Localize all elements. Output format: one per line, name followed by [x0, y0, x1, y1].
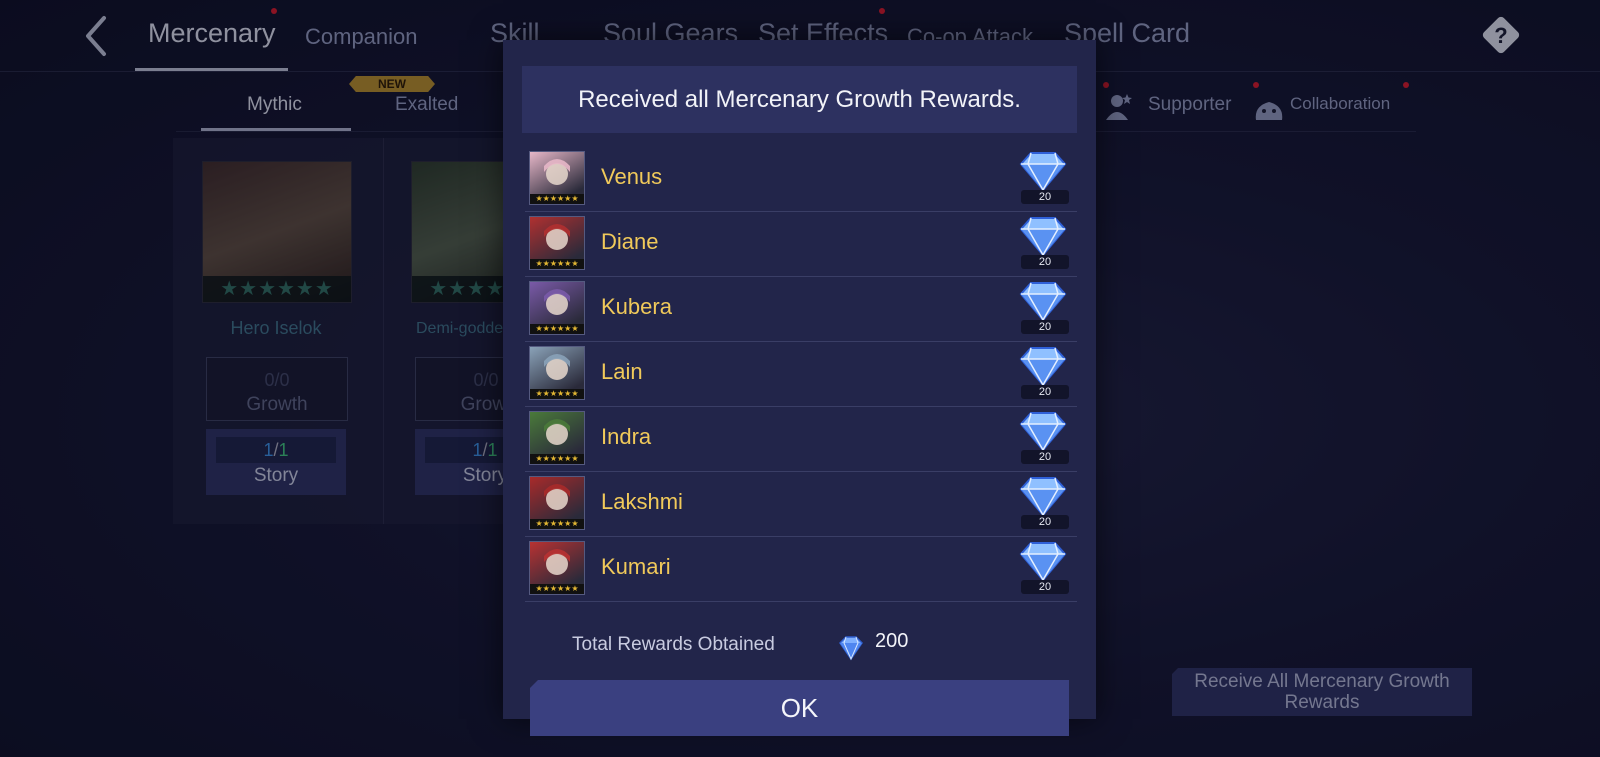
star-rating: ★★★★★★ — [530, 389, 584, 399]
reward-row: ★★★★★★ Indra 20 — [525, 406, 1077, 472]
hero-face-icon — [544, 224, 570, 250]
hero-face-icon — [544, 549, 570, 575]
reward-row: ★★★★★★ Diane 20 — [525, 211, 1077, 277]
rewards-dialog: Received all Mercenary Growth Rewards. ★… — [503, 40, 1096, 736]
hero-face-icon — [544, 484, 570, 510]
reward-amount: 20 — [1021, 450, 1069, 464]
reward-item: 20 — [1015, 345, 1071, 401]
total-rewards-value: 200 — [875, 630, 909, 652]
hero-thumbnail: ★★★★★★ — [529, 476, 585, 530]
reward-hero-name: Indra — [601, 424, 652, 449]
reward-row: ★★★★★★ Venus 20 — [525, 146, 1077, 212]
diamond-icon — [1019, 542, 1067, 582]
reward-hero-name: Venus — [601, 164, 663, 189]
star-rating: ★★★★★★ — [530, 194, 584, 204]
ok-button[interactable]: OK — [530, 680, 1069, 736]
star-rating: ★★★★★★ — [530, 519, 584, 529]
diamond-icon — [1019, 282, 1067, 322]
diamond-icon — [1019, 412, 1067, 452]
dialog-title: Received all Mercenary Growth Rewards. — [522, 66, 1077, 133]
reward-amount: 20 — [1021, 190, 1069, 204]
hero-thumbnail: ★★★★★★ — [529, 541, 585, 595]
reward-hero-name: Lakshmi — [601, 489, 683, 514]
hero-thumbnail: ★★★★★★ — [529, 216, 585, 270]
reward-hero-name: Diane — [601, 229, 659, 254]
reward-row: ★★★★★★ Lakshmi 20 — [525, 471, 1077, 537]
star-rating: ★★★★★★ — [530, 324, 584, 334]
hero-thumbnail: ★★★★★★ — [529, 281, 585, 335]
diamond-icon — [1019, 152, 1067, 192]
hero-face-icon — [544, 419, 570, 445]
star-rating: ★★★★★★ — [530, 584, 584, 594]
star-rating: ★★★★★★ — [530, 259, 584, 269]
reward-item: 20 — [1015, 215, 1071, 271]
hero-face-icon — [544, 159, 570, 185]
reward-amount: 20 — [1021, 515, 1069, 529]
diamond-icon — [1019, 217, 1067, 257]
reward-hero-name: Lain — [601, 359, 643, 384]
diamond-icon — [1019, 347, 1067, 387]
reward-item: 20 — [1015, 280, 1071, 336]
reward-amount: 20 — [1021, 580, 1069, 594]
reward-item: 20 — [1015, 410, 1071, 466]
hero-thumbnail: ★★★★★★ — [529, 346, 585, 400]
reward-item: 20 — [1015, 475, 1071, 531]
reward-row: ★★★★★★ Kubera 20 — [525, 276, 1077, 342]
reward-hero-name: Kubera — [601, 294, 672, 319]
hero-face-icon — [544, 289, 570, 315]
reward-item: 20 — [1015, 150, 1071, 206]
reward-row: ★★★★★★ Lain 20 — [525, 341, 1077, 407]
total-rewards-label: Total Rewards Obtained — [572, 634, 775, 655]
diamond-icon — [1019, 477, 1067, 517]
reward-amount: 20 — [1021, 255, 1069, 269]
reward-item: 20 — [1015, 540, 1071, 596]
star-rating: ★★★★★★ — [530, 454, 584, 464]
reward-amount: 20 — [1021, 320, 1069, 334]
diamond-icon — [836, 635, 866, 661]
reward-amount: 20 — [1021, 385, 1069, 399]
reward-row: ★★★★★★ Kumari 20 — [525, 536, 1077, 602]
reward-hero-name: Kumari — [601, 554, 671, 579]
reward-list[interactable]: ★★★★★★ Venus 20 ★★★★★★ Diane 20 ★★★★★★ Kubera 20… — [525, 146, 1077, 622]
hero-thumbnail: ★★★★★★ — [529, 151, 585, 205]
hero-thumbnail: ★★★★★★ — [529, 411, 585, 465]
hero-face-icon — [544, 354, 570, 380]
